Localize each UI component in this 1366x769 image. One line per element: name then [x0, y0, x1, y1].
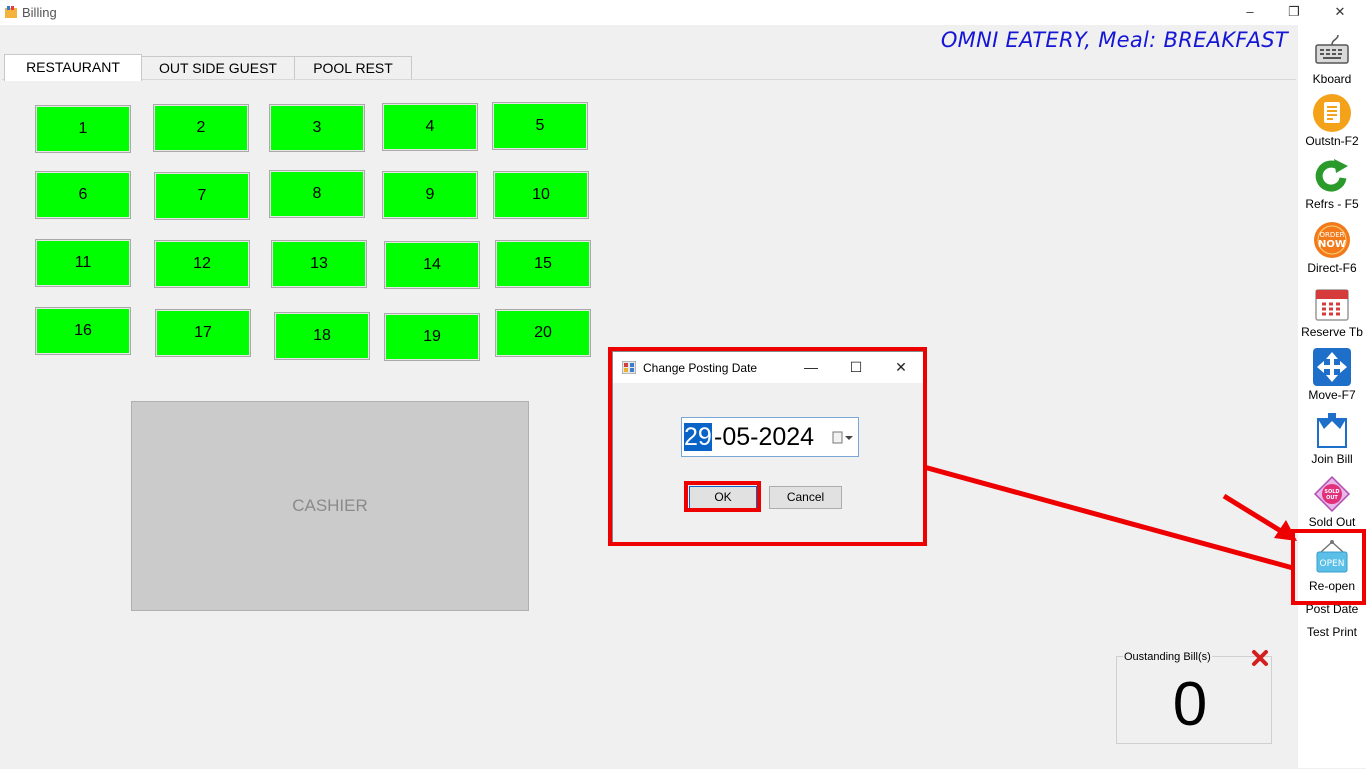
- outstanding-bills-label: Oustanding Bill(s): [1123, 651, 1212, 663]
- table-button[interactable]: 14: [384, 241, 480, 289]
- sold-out-button[interactable]: SOLD OUT Sold Out: [1298, 474, 1366, 529]
- restaurant-meal-banner: OMNI EATERY, Meal: BREAKFAST: [940, 28, 1288, 52]
- reserve-table-label: Reserve Tb: [1301, 325, 1363, 339]
- calendar-icon: [1315, 289, 1349, 321]
- table-button[interactable]: 1: [35, 105, 131, 153]
- table-button[interactable]: 16: [35, 307, 131, 355]
- cancel-button[interactable]: Cancel: [769, 486, 842, 509]
- test-print-button[interactable]: Test Print: [1298, 625, 1366, 639]
- re-open-button[interactable]: OPEN Re-open: [1298, 538, 1366, 593]
- table-button[interactable]: 15: [495, 240, 591, 288]
- open-sign-icon: OPEN: [1316, 540, 1348, 573]
- table-button[interactable]: 2: [153, 104, 249, 152]
- re-open-label: Re-open: [1308, 579, 1356, 593]
- table-button[interactable]: 4: [382, 103, 478, 151]
- open-sign-icon-text: OPEN: [1320, 559, 1345, 569]
- dialog-minimize-button[interactable]: —: [789, 352, 833, 383]
- keyboard-icon: [1315, 34, 1349, 64]
- outstanding-bills-count: 0: [1172, 670, 1208, 739]
- tab-out-side-guest[interactable]: OUT SIDE GUEST: [141, 56, 295, 80]
- posting-date-picker[interactable]: 29 -05-2024: [681, 417, 859, 457]
- table-button[interactable]: 7: [154, 172, 250, 220]
- order-now-icon-text-bottom: NOW: [1318, 239, 1346, 250]
- table-button[interactable]: 19: [384, 313, 480, 361]
- sold-out-label: Sold Out: [1308, 515, 1356, 529]
- date-month-year-segment[interactable]: -05-2024: [714, 423, 814, 451]
- order-now-icon: ORDER NOW: [1314, 222, 1350, 258]
- dialog-app-icon: [622, 361, 636, 374]
- table-button[interactable]: 10: [493, 171, 589, 219]
- table-button[interactable]: 3: [269, 104, 365, 152]
- close-icon[interactable]: [1251, 649, 1269, 667]
- table-button[interactable]: 11: [35, 239, 131, 287]
- dialog-close-button[interactable]: ✕: [879, 352, 923, 383]
- window-title: Billing: [22, 5, 57, 20]
- keyboard-button[interactable]: Kboard: [1298, 31, 1366, 86]
- move-table-button[interactable]: Move-F7: [1298, 347, 1366, 402]
- refresh-icon: [1315, 159, 1348, 192]
- table-button[interactable]: 12: [154, 240, 250, 288]
- move-table-label: Move-F7: [1308, 388, 1356, 402]
- table-button[interactable]: 18: [274, 312, 370, 360]
- outstanding-bills-box: Oustanding Bill(s) 0: [1116, 650, 1272, 744]
- join-bill-label: Join Bill: [1311, 452, 1353, 466]
- table-button[interactable]: 6: [35, 171, 131, 219]
- refresh-button[interactable]: Refrs - F5: [1298, 156, 1366, 211]
- keyboard-label: Kboard: [1312, 72, 1352, 86]
- dialog-title-bar: Change Posting Date — ☐ ✕: [613, 352, 924, 383]
- join-bill-icon: [1317, 413, 1347, 448]
- change-posting-date-dialog: Change Posting Date — ☐ ✕ 29 -05-2024 OK…: [612, 351, 925, 544]
- outstanding-button[interactable]: Outstn-F2: [1298, 93, 1366, 148]
- table-button[interactable]: 9: [382, 171, 478, 219]
- sold-out-icon-text-bottom: OUT: [1326, 495, 1338, 501]
- action-sidebar: Kboard Outstn-F2 Refrs - F5 ORDER NOW Di…: [1298, 25, 1366, 768]
- table-button[interactable]: 13: [271, 240, 367, 288]
- document-icon: [1313, 94, 1351, 132]
- tab-pool-rest[interactable]: POOL REST: [294, 56, 412, 80]
- table-button[interactable]: 5: [492, 102, 588, 150]
- dialog-maximize-button[interactable]: ☐: [834, 352, 878, 383]
- cashier-area[interactable]: CASHIER: [131, 401, 529, 611]
- post-date-button[interactable]: Post Date: [1298, 602, 1366, 616]
- reserve-table-button[interactable]: Reserve Tb: [1298, 284, 1366, 339]
- window-close-button[interactable]: ✕: [1317, 0, 1363, 25]
- app-icon: [5, 6, 17, 18]
- table-button[interactable]: 20: [495, 309, 591, 357]
- order-now-icon-text-top: ORDER: [1319, 231, 1344, 239]
- window-minimize-button[interactable]: –: [1227, 0, 1273, 25]
- dialog-title: Change Posting Date: [643, 361, 758, 375]
- sold-out-tag-icon: SOLD OUT: [1313, 475, 1351, 513]
- window-restore-button[interactable]: ❐: [1271, 0, 1317, 25]
- table-button[interactable]: 17: [155, 309, 251, 357]
- table-button[interactable]: 8: [269, 170, 365, 218]
- ok-button[interactable]: OK: [689, 486, 757, 509]
- title-bar: Billing – ❐ ✕: [0, 0, 1366, 25]
- join-bill-button[interactable]: Join Bill: [1298, 411, 1366, 466]
- direct-order-button[interactable]: ORDER NOW Direct-F6: [1298, 220, 1366, 275]
- refresh-label: Refrs - F5: [1305, 197, 1359, 211]
- tab-restaurant[interactable]: RESTAURANT: [4, 54, 142, 81]
- direct-order-label: Direct-F6: [1307, 261, 1357, 275]
- calendar-dropdown-icon[interactable]: [832, 431, 854, 445]
- outstanding-label: Outstn-F2: [1305, 134, 1359, 148]
- move-arrows-icon: [1313, 348, 1351, 386]
- date-day-segment[interactable]: 29: [684, 423, 712, 451]
